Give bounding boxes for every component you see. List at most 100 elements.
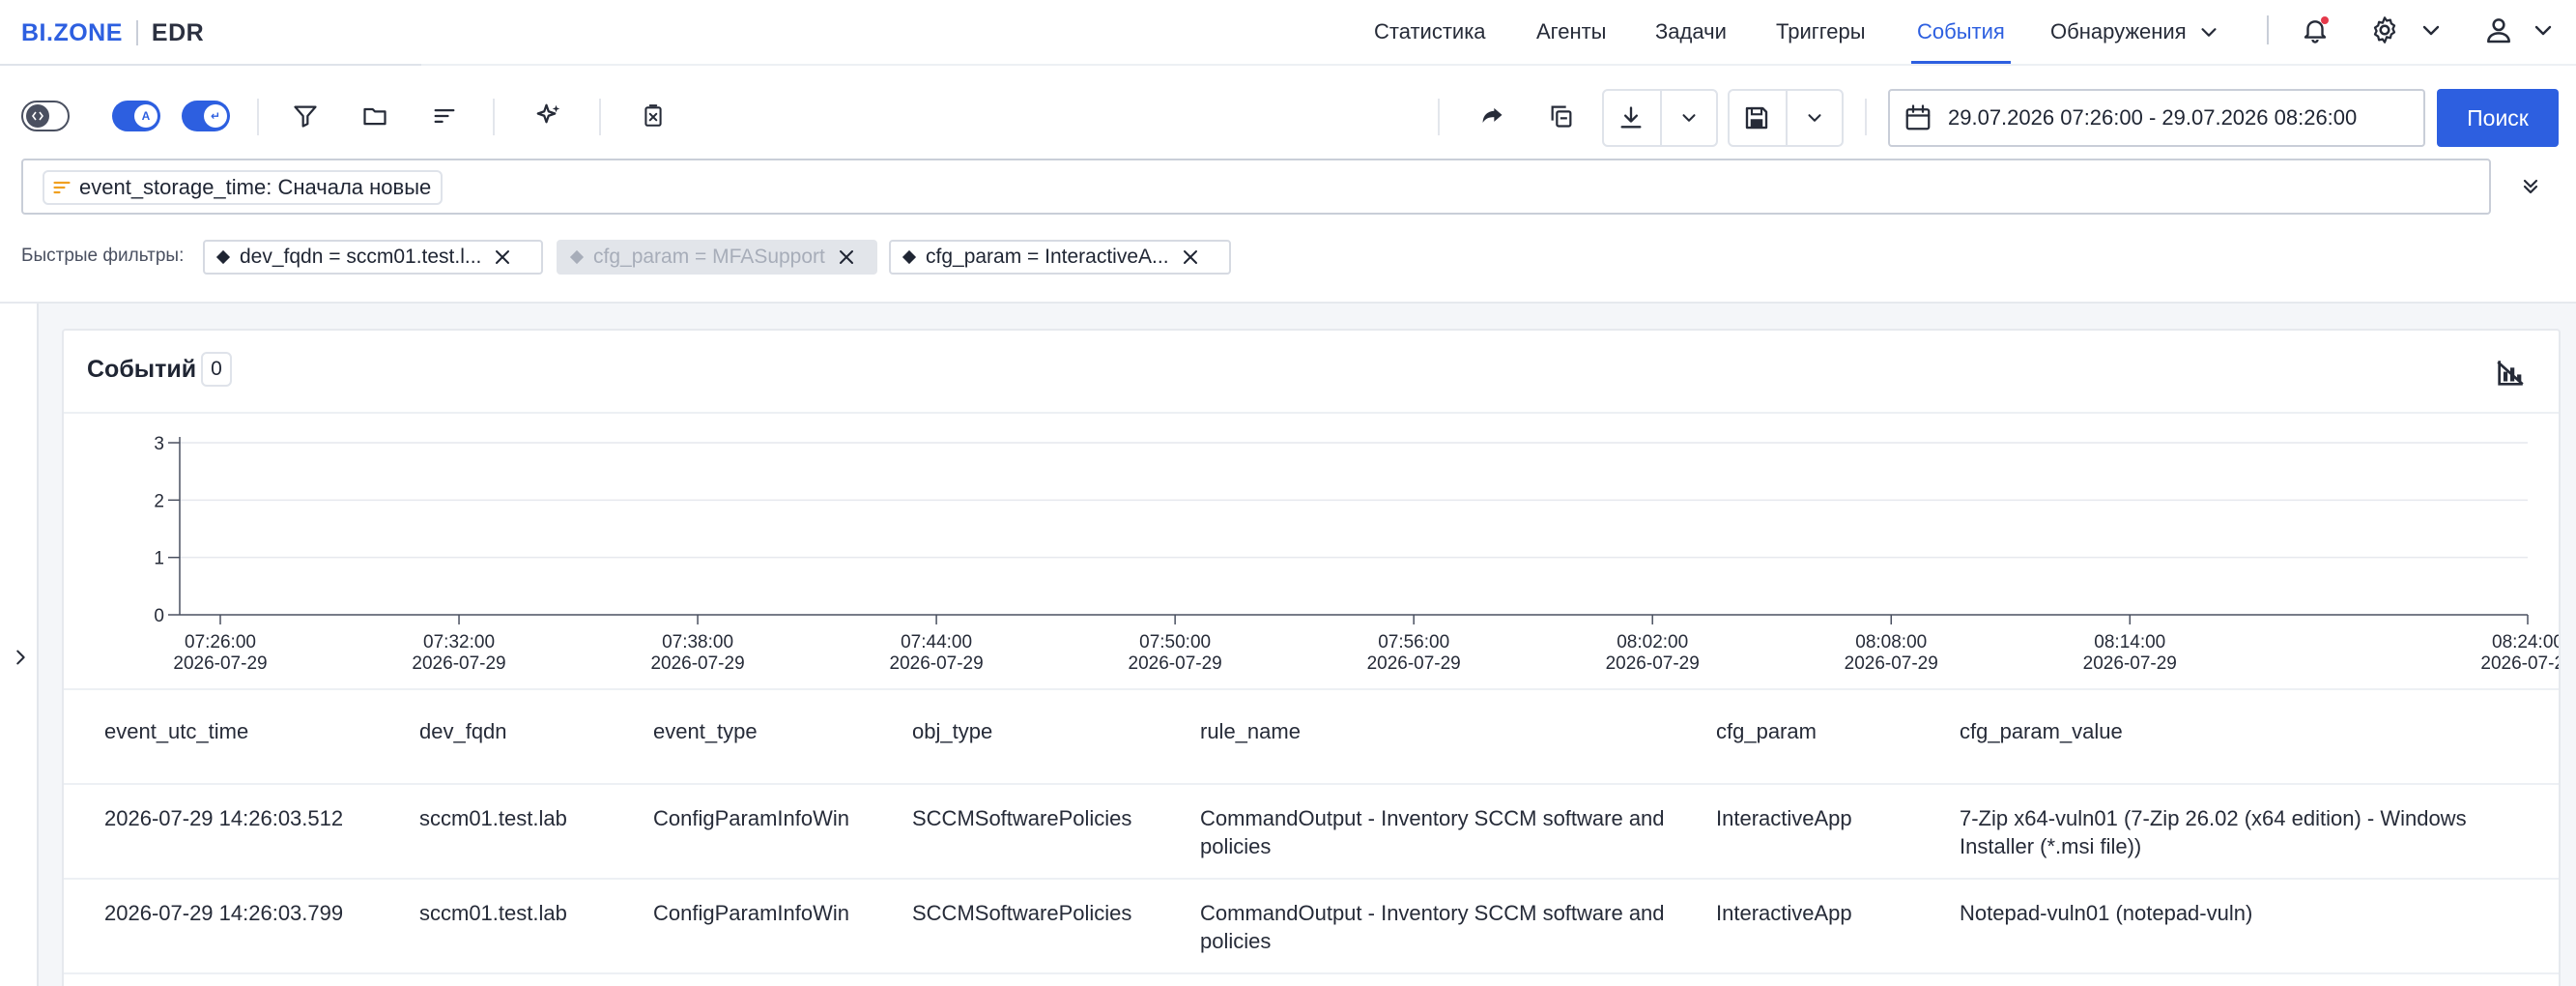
logo-product: EDR [151, 18, 205, 46]
ai-assistant-button[interactable] [528, 95, 570, 137]
query-input[interactable]: event_storage_time: Сначала новые [21, 159, 2491, 215]
enter-submit-toggle[interactable]: ↵ [182, 101, 230, 131]
close-icon[interactable] [1181, 247, 1200, 267]
cell-obj-type: SCCMSoftwarePolicies [912, 901, 1132, 925]
quick-filter-chip[interactable]: cfg_param = MFASupport [557, 240, 877, 275]
column-header-cfg-param[interactable]: cfg_param [1716, 719, 1817, 744]
toolbar-divider [1865, 99, 1867, 135]
x-tick-date: 2026-07-29 [1367, 653, 1461, 674]
nav-label: Агенты [1536, 19, 1607, 44]
search-button[interactable]: Поиск [2437, 89, 2559, 147]
x-tick-time: 08:24:00 [2492, 632, 2559, 652]
close-icon[interactable] [837, 247, 856, 267]
group-divider [1786, 91, 1788, 145]
chevron-down-icon [1682, 114, 1696, 122]
settings-dropdown[interactable] [2414, 13, 2448, 47]
share-icon [1482, 107, 1503, 123]
quick-filter-chip[interactable]: dev_fqdn = sccm01.test.l... [203, 240, 543, 275]
events-chart: 0 1 2 3 07:26:00 2026-07-29 07:32:00 2026-07-29… [64, 414, 2559, 688]
chart-off-icon [2497, 361, 2524, 386]
cell-cfg-param: InteractiveApp [1716, 901, 1852, 925]
user-dropdown[interactable] [2526, 13, 2561, 47]
chevron-down-icon [2422, 25, 2440, 36]
table-row[interactable]: 2026-07-29 14:26:03.799 sccm01.test.lab … [64, 880, 2559, 974]
autocomplete-toggle[interactable]: A [112, 101, 160, 131]
toolbar-divider [599, 99, 601, 135]
events-chart-svg: 012307:26:002026-07-2907:32:002026-07-29… [154, 434, 2559, 674]
notifications-button[interactable] [2298, 13, 2333, 47]
copy-button[interactable] [1540, 95, 1583, 137]
nav-events[interactable]: События [1911, 0, 2011, 64]
filter-button[interactable] [284, 95, 327, 137]
group-divider [1660, 91, 1662, 145]
sort-chip-label: event_storage_time: Сначала новые [79, 175, 432, 199]
events-count-badge: 0 [201, 352, 232, 387]
folder-icon [363, 107, 386, 126]
logo-divider [135, 20, 138, 45]
table-row[interactable]: 2026-07-29 14:26:03.512 sccm01.test.lab … [64, 785, 2559, 880]
quick-filter-text: cfg_param = MFASupport [593, 246, 825, 268]
column-header-obj-type[interactable]: obj_type [912, 719, 992, 744]
download-button[interactable] [1610, 97, 1652, 139]
nav-divider [2267, 15, 2269, 44]
card-divider [64, 688, 2559, 690]
quick-filter-text: cfg_param = InteractiveA... [926, 246, 1169, 268]
logo-brand: BI.ZONE [21, 18, 123, 46]
x-tick-time: 07:38:00 [662, 632, 733, 652]
close-icon[interactable] [493, 247, 512, 267]
column-header-event-utc-time[interactable]: event_utc_time [104, 719, 248, 744]
autocomplete-icon: A [134, 104, 157, 128]
clear-query-button[interactable] [632, 95, 674, 137]
x-tick-time: 07:26:00 [185, 632, 256, 652]
settings-button[interactable] [2367, 13, 2402, 47]
cell-event-type: ConfigParamInfoWin [653, 806, 849, 830]
x-tick-date: 2026-07-29 [173, 653, 267, 674]
save-group [1728, 89, 1844, 147]
column-header-event-type[interactable]: event_type [653, 719, 758, 744]
quick-filters-label: Быстрые фильтры: [21, 246, 185, 266]
quick-filter-text: dev_fqdn = sccm01.test.l... [240, 246, 482, 268]
cell-event-utc-time: 2026-07-29 14:26:03.799 [104, 901, 344, 925]
cell-event-type: ConfigParamInfoWin [653, 901, 849, 925]
nav-triggers[interactable]: Триггеры [1776, 0, 1866, 64]
x-tick-time: 07:32:00 [423, 632, 495, 652]
date-range-picker[interactable]: 29.07.2026 07:26:00 - 29.07.2026 08:26:0… [1888, 89, 2425, 147]
chevron-down-icon [2534, 25, 2552, 36]
header-divider-accent [0, 64, 421, 66]
x-tick-date: 2026-07-29 [1606, 653, 1700, 674]
share-button[interactable] [1471, 95, 1513, 137]
side-panel-rail [0, 304, 39, 986]
saved-queries-button[interactable] [354, 95, 396, 137]
x-tick-time: 07:50:00 [1139, 632, 1211, 652]
sort-button[interactable] [423, 95, 466, 137]
sort-icon [434, 109, 455, 123]
download-dropdown[interactable] [1668, 97, 1710, 139]
nav-detections[interactable]: Обнаружения [2050, 0, 2219, 64]
toggle-chart-button[interactable] [2489, 352, 2532, 394]
save-dropdown[interactable] [1793, 97, 1836, 139]
logo[interactable]: BI.ZONE EDR [21, 17, 204, 48]
date-range-value: 29.07.2026 07:26:00 - 29.07.2026 08:26:0… [1948, 105, 2358, 130]
code-mode-toggle[interactable] [21, 101, 70, 131]
x-tick-date: 2026-07-29 [2480, 653, 2559, 674]
clear-icon [644, 104, 662, 127]
sort-chip[interactable]: event_storage_time: Сначала новые [43, 170, 444, 205]
toolbar-divider [493, 99, 495, 135]
diamond-icon [902, 249, 917, 265]
nav-tasks[interactable]: Задачи [1655, 0, 1727, 64]
save-icon [1745, 106, 1768, 130]
filter-icon [294, 105, 317, 128]
quick-filter-chip[interactable]: cfg_param = InteractiveA... [889, 240, 1231, 275]
download-group [1602, 89, 1718, 147]
column-header-dev-fqdn[interactable]: dev_fqdn [419, 719, 507, 744]
user-menu-button[interactable] [2481, 13, 2516, 47]
save-button[interactable] [1735, 97, 1778, 139]
y-tick-label: 2 [154, 491, 164, 511]
chevron-right-icon[interactable] [10, 647, 31, 668]
column-header-cfg-param-value[interactable]: cfg_param_value [1960, 719, 2123, 744]
x-tick-time: 07:56:00 [1378, 632, 1449, 652]
nav-agents[interactable]: Агенты [1536, 0, 1607, 64]
column-header-rule-name[interactable]: rule_name [1200, 719, 1301, 744]
nav-statistics[interactable]: Статистика [1374, 0, 1486, 64]
expand-query-button[interactable] [2512, 168, 2549, 205]
